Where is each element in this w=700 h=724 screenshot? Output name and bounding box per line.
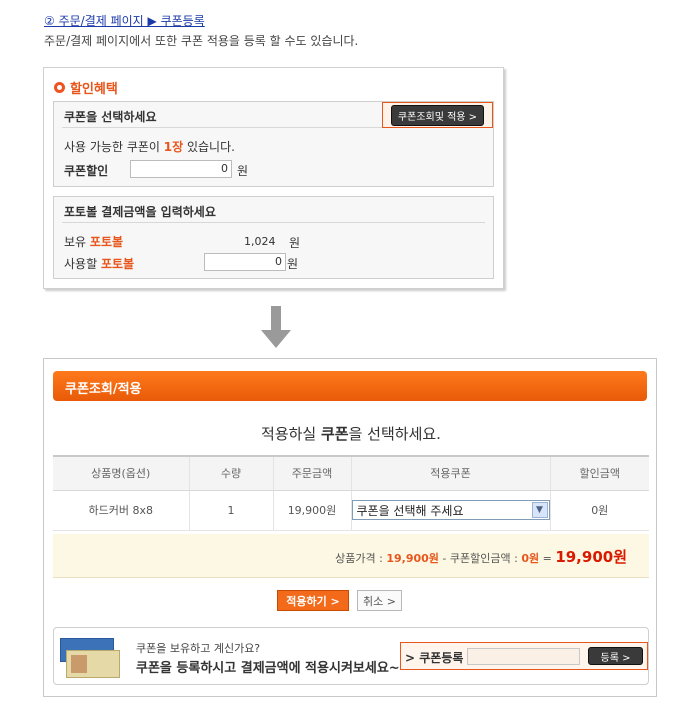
cell-coupon: 쿠폰을 선택해 주세요 ▼: [350, 490, 550, 531]
coupon-section-heading: 쿠폰을 선택하세요: [64, 110, 157, 124]
total-value: 19,900원: [555, 548, 627, 566]
coupon-select[interactable]: 쿠폰을 선택해 주세요 ▼: [351, 500, 550, 520]
coupon-code-input[interactable]: [467, 648, 580, 665]
table-row: 하드커버 8x8 1 19,900원 쿠폰을 선택해 주세요 ▼ 0원: [53, 490, 649, 531]
coupon-discount-value: 0원: [521, 552, 540, 565]
coupon-register-label: > 쿠폰등록: [405, 651, 464, 665]
apply-button[interactable]: 적용하기 >: [277, 590, 349, 611]
photoball-use-unit: 원: [287, 257, 299, 271]
step-description: 주문/결제 페이지에서 또한 쿠폰 적용을 등록 할 수도 있습니다.: [44, 34, 359, 48]
chevron-down-icon[interactable]: ▼: [531, 502, 548, 518]
coupon-lookup-button[interactable]: 쿠폰조회및 적용 >: [390, 104, 485, 126]
register-button[interactable]: 등록 >: [588, 647, 643, 665]
col-coupon: 적용쿠폰: [350, 455, 550, 491]
arrow-down-icon: [261, 306, 291, 348]
col-product: 상품명(옵션): [53, 455, 189, 491]
photoball-section: 포토볼 결제금액을 입력하세요 보유 포토볼 1,024 원 사용할 포토볼 0…: [53, 196, 494, 279]
price-summary: 상품가격 : 19,900원 - 쿠폰할인금액 : 0원 = 19,900원: [53, 534, 649, 578]
popup-heading: 적용하실 쿠폰을 선택하세요.: [261, 425, 441, 443]
col-discount: 할인금액: [549, 455, 649, 491]
col-amount: 주문금액: [272, 455, 351, 491]
cell-qty: 1: [188, 490, 273, 531]
available-count: 1장: [163, 140, 184, 154]
cancel-button[interactable]: 취소 >: [357, 590, 402, 611]
discount-panel: 할인혜택 쿠폰을 선택하세요 쿠폰조회및 적용 > 사용 가능한 쿠폰이 1장 …: [43, 67, 504, 289]
cell-discount: 0원: [549, 490, 649, 531]
photoball-own-value: 1,024: [244, 235, 276, 248]
photoball-section-heading: 포토볼 결제금액을 입력하세요: [64, 205, 216, 219]
register-prompt: 쿠폰을 등록하시고 결제금액에 적용시켜보세요~: [136, 661, 400, 676]
coupon-card-icon: [58, 636, 122, 680]
photoball-use-field[interactable]: 0: [204, 253, 286, 271]
col-qty: 수량: [188, 455, 273, 491]
cell-amount: 19,900원: [272, 490, 351, 531]
coupon-discount-unit: 원: [237, 164, 249, 178]
coupon-register-field: > 쿠폰등록 등록 >: [400, 642, 648, 670]
cell-product: 하드커버 8x8: [53, 490, 189, 531]
coupon-register-box: 쿠폰을 보유하고 계신가요? 쿠폰을 등록하시고 결제금액에 적용시켜보세요~ …: [53, 627, 649, 685]
register-question: 쿠폰을 보유하고 계신가요?: [136, 642, 261, 655]
coupon-section: 쿠폰을 선택하세요 쿠폰조회및 적용 > 사용 가능한 쿠폰이 1장 있습니다.…: [53, 101, 494, 187]
popup-title-bar: 쿠폰조회/적용: [53, 371, 647, 401]
coupon-discount-label: 쿠폰할인: [64, 164, 109, 178]
photoball-own-label: 보유 포토볼: [64, 235, 124, 249]
step-link[interactable]: ② 주문/결제 페이지 ▶ 쿠폰등록: [44, 12, 205, 29]
coupon-discount-field[interactable]: 0: [130, 160, 232, 178]
discount-title: 할인혜택: [54, 78, 118, 97]
photoball-own-unit: 원: [289, 236, 301, 250]
popup-title: 쿠폰조회/적용: [65, 382, 142, 397]
photoball-use-label: 사용할 포토볼: [64, 257, 135, 271]
discount-title-text: 할인혜택: [70, 82, 118, 97]
price-value: 19,900원: [386, 552, 439, 565]
coupon-popup: 쿠폰조회/적용 적용하실 쿠폰을 선택하세요. 상품명(옵션) 수량 주문금액 …: [43, 358, 657, 697]
coupon-table: 상품명(옵션) 수량 주문금액 적용쿠폰 할인금액 하드커버 8x8 1 19,…: [53, 455, 649, 531]
coupon-select-value: 쿠폰을 선택해 주세요: [356, 503, 464, 518]
bullet-icon: [54, 82, 65, 93]
available-coupons-text: 사용 가능한 쿠폰이 1장 있습니다.: [64, 140, 235, 154]
